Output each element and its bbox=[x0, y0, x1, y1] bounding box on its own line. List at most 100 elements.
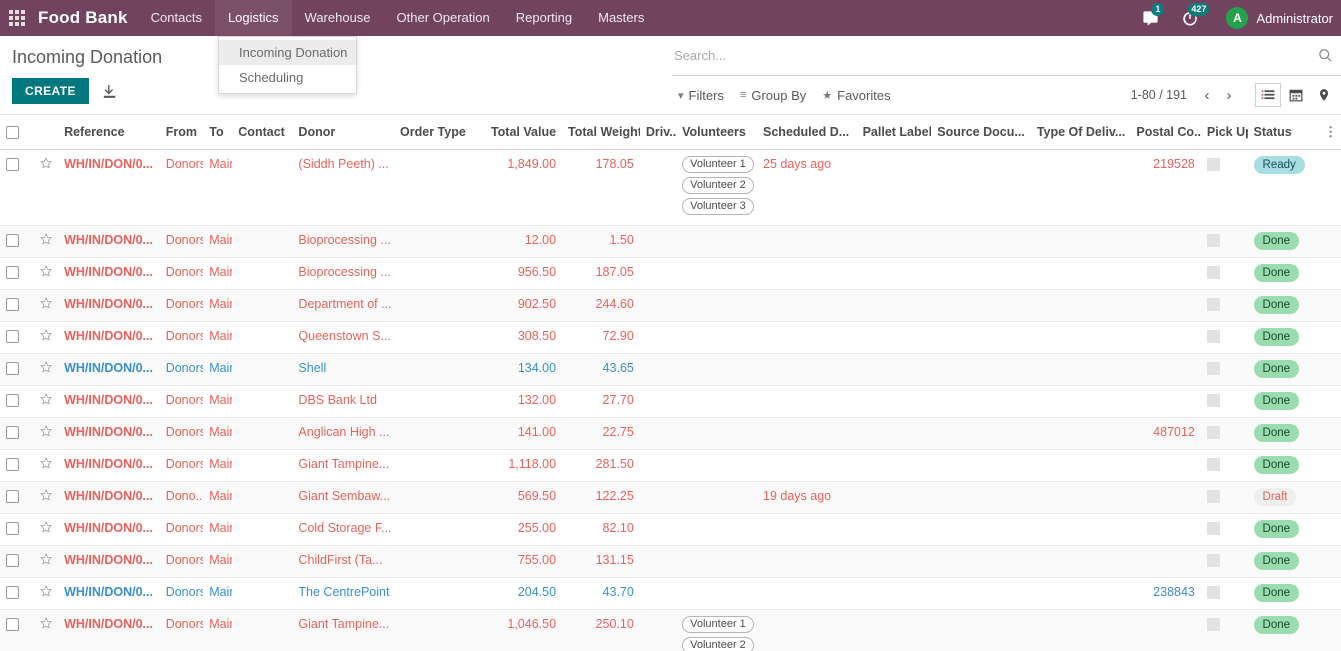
cell-reference[interactable]: WH/IN/DON/0... bbox=[58, 321, 160, 355]
row-checkbox[interactable] bbox=[6, 426, 19, 440]
menu-item-masters[interactable]: Masters bbox=[585, 0, 657, 36]
dropdown-item-scheduling[interactable]: Scheduling bbox=[219, 65, 356, 90]
favorite-star-icon[interactable] bbox=[39, 232, 53, 246]
column-header-reference[interactable]: Reference bbox=[58, 115, 160, 151]
pickup-checkbox[interactable] bbox=[1206, 522, 1220, 536]
row-checkbox[interactable] bbox=[6, 554, 19, 568]
search-input[interactable] bbox=[672, 44, 1312, 67]
calendar-view-icon[interactable] bbox=[1283, 83, 1309, 107]
column-header-from[interactable]: From bbox=[159, 115, 204, 151]
pickup-checkbox[interactable] bbox=[1206, 234, 1220, 248]
table-row[interactable]: WH/IN/DON/0...DonorsMain Bioprocessing ..… bbox=[0, 257, 1341, 291]
menu-item-other-operation[interactable]: Other Operation bbox=[384, 0, 503, 36]
row-checkbox[interactable] bbox=[6, 298, 19, 312]
favorite-star-icon[interactable] bbox=[39, 296, 53, 310]
pager-previous-icon[interactable]: ‹ bbox=[1197, 83, 1217, 107]
dropdown-item-incoming-donation[interactable]: Incoming Donation bbox=[219, 40, 356, 65]
pickup-checkbox[interactable] bbox=[1206, 458, 1220, 472]
menu-item-warehouse[interactable]: Warehouse bbox=[292, 0, 384, 36]
list-view-icon[interactable] bbox=[1255, 83, 1281, 107]
column-header-source-docu[interactable]: Source Docu... bbox=[931, 115, 1031, 151]
table-row[interactable]: WH/IN/DON/0...DonorsMain Queenstown S... 3… bbox=[0, 321, 1341, 355]
pager-next-icon[interactable]: › bbox=[1219, 83, 1239, 107]
favorite-star-icon[interactable] bbox=[39, 424, 53, 438]
pickup-checkbox[interactable] bbox=[1206, 298, 1220, 312]
pickup-checkbox[interactable] bbox=[1206, 266, 1220, 280]
column-header-driv[interactable]: Driv... bbox=[639, 115, 677, 151]
favorite-star-icon[interactable] bbox=[39, 392, 53, 406]
table-row[interactable]: WH/IN/DON/0...DonorsMain The CentrePoint 2… bbox=[0, 577, 1341, 611]
favorite-star-icon[interactable] bbox=[39, 156, 53, 170]
table-row[interactable]: WH/IN/DON/0...DonorsMain Bioprocessing ..… bbox=[0, 225, 1341, 259]
cell-reference[interactable]: WH/IN/DON/0... bbox=[58, 609, 160, 651]
pickup-checkbox[interactable] bbox=[1206, 158, 1220, 172]
table-row[interactable]: WH/IN/DON/0...DonorsMain ChildFirst (Ta..… bbox=[0, 545, 1341, 579]
row-checkbox[interactable] bbox=[6, 618, 19, 632]
filters-button[interactable]: ▾ Filters bbox=[672, 84, 734, 107]
favorite-star-icon[interactable] bbox=[39, 360, 53, 374]
table-row[interactable]: WH/IN/DON/0...DonorsMain Cold Storage F..… bbox=[0, 513, 1341, 547]
pickup-checkbox[interactable] bbox=[1206, 490, 1220, 504]
cell-reference[interactable]: WH/IN/DON/0... bbox=[58, 481, 160, 515]
column-header-contact[interactable]: Contact bbox=[232, 115, 293, 151]
row-checkbox[interactable] bbox=[6, 394, 19, 408]
row-checkbox[interactable] bbox=[6, 158, 19, 172]
table-row[interactable]: WH/IN/DON/0...DonorsMain DBS Bank Ltd 132.… bbox=[0, 385, 1341, 419]
cell-reference[interactable]: WH/IN/DON/0... bbox=[58, 545, 160, 579]
create-button[interactable]: CREATE bbox=[12, 78, 89, 104]
pickup-checkbox[interactable] bbox=[1206, 394, 1220, 408]
pickup-checkbox[interactable] bbox=[1206, 554, 1220, 568]
column-header-pick-up[interactable]: Pick Up bbox=[1200, 115, 1248, 151]
pickup-checkbox[interactable] bbox=[1206, 426, 1220, 440]
favorite-star-icon[interactable] bbox=[39, 264, 53, 278]
row-checkbox[interactable] bbox=[6, 586, 19, 600]
brand-title[interactable]: Food Bank bbox=[34, 8, 138, 28]
cell-reference[interactable]: WH/IN/DON/0... bbox=[58, 257, 160, 291]
favorite-star-icon[interactable] bbox=[39, 520, 53, 534]
row-checkbox[interactable] bbox=[6, 458, 19, 472]
column-header-total-value[interactable]: Total Value bbox=[479, 115, 563, 151]
column-header-total-weight[interactable]: Total Weight bbox=[562, 115, 640, 151]
row-checkbox[interactable] bbox=[6, 522, 19, 536]
table-row[interactable]: WH/IN/DON/0...DonorsMain Department of ..… bbox=[0, 289, 1341, 323]
messages-icon[interactable]: 1 bbox=[1130, 0, 1170, 36]
menu-item-logistics[interactable]: Logistics bbox=[214, 0, 292, 36]
cell-reference[interactable]: WH/IN/DON/0... bbox=[58, 513, 160, 547]
cell-reference[interactable]: WH/IN/DON/0... bbox=[58, 449, 160, 483]
apps-grid-icon[interactable] bbox=[0, 0, 34, 36]
column-header-volunteers[interactable]: Volunteers bbox=[676, 115, 758, 151]
cell-reference[interactable]: WH/IN/DON/0... bbox=[58, 353, 160, 387]
pickup-checkbox[interactable] bbox=[1206, 618, 1220, 632]
pickup-checkbox[interactable] bbox=[1206, 330, 1220, 344]
column-header-to[interactable]: To bbox=[203, 115, 233, 151]
row-checkbox[interactable] bbox=[6, 362, 19, 376]
favorite-star-icon[interactable] bbox=[39, 328, 53, 342]
table-row[interactable]: WH/IN/DON/0...DonorsMain Giant Tampine...… bbox=[0, 449, 1341, 483]
group-by-button[interactable]: ≡ Group By bbox=[734, 84, 816, 107]
select-all-checkbox[interactable] bbox=[6, 126, 19, 140]
table-row[interactable]: WH/IN/DON/0...DonorsMain Giant Tampine...… bbox=[0, 609, 1341, 651]
column-header-scheduled-d[interactable]: Scheduled D... bbox=[757, 115, 857, 151]
cell-reference[interactable]: WH/IN/DON/0... bbox=[58, 289, 160, 323]
menu-item-contacts[interactable]: Contacts bbox=[138, 0, 215, 36]
table-row[interactable]: WH/IN/DON/0...Dono...Main Giant Sembaw...… bbox=[0, 481, 1341, 515]
cell-reference[interactable]: WH/IN/DON/0... bbox=[58, 149, 160, 227]
row-checkbox[interactable] bbox=[6, 330, 19, 344]
table-row[interactable]: WH/IN/DON/0...DonorsMain Anglican High ..… bbox=[0, 417, 1341, 451]
pickup-checkbox[interactable] bbox=[1206, 362, 1220, 376]
favorite-star-icon[interactable] bbox=[39, 456, 53, 470]
column-header-pallet-label[interactable]: Pallet Label bbox=[856, 115, 932, 151]
cell-reference[interactable]: WH/IN/DON/0... bbox=[58, 577, 160, 611]
table-row[interactable]: WH/IN/DON/0...DonorsMain Shell 134.0043.65… bbox=[0, 353, 1341, 387]
column-header-order-type[interactable]: Order Type bbox=[394, 115, 480, 151]
pickup-checkbox[interactable] bbox=[1206, 586, 1220, 600]
optional-columns-icon[interactable]: ⋮ bbox=[1324, 124, 1337, 139]
cell-reference[interactable]: WH/IN/DON/0... bbox=[58, 385, 160, 419]
column-header-donor[interactable]: Donor bbox=[292, 115, 395, 151]
favorite-star-icon[interactable] bbox=[39, 488, 53, 502]
favorite-star-icon[interactable] bbox=[39, 616, 53, 630]
cell-reference[interactable]: WH/IN/DON/0... bbox=[58, 225, 160, 259]
favorites-button[interactable]: ★ Favorites bbox=[816, 84, 900, 107]
menu-item-reporting[interactable]: Reporting bbox=[503, 0, 585, 36]
map-view-icon[interactable] bbox=[1311, 83, 1337, 107]
